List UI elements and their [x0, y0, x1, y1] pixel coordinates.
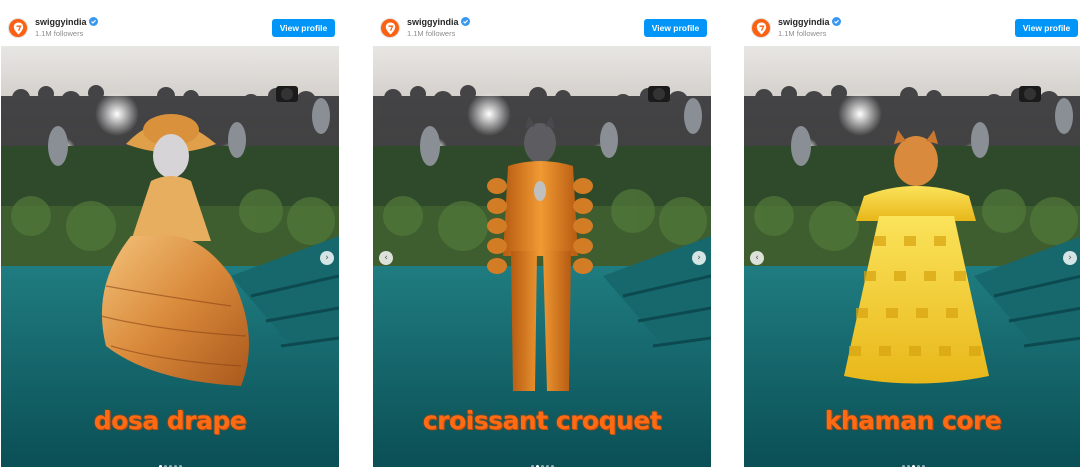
- post-card-3: swiggyindia 1.1M followers View profile: [744, 0, 1080, 467]
- chevron-left-icon: ‹: [384, 253, 388, 263]
- username[interactable]: swiggyindia: [778, 17, 841, 28]
- chevron-left-icon: ‹: [755, 253, 759, 263]
- swiggy-logo-icon[interactable]: [8, 18, 28, 38]
- username-text[interactable]: swiggyindia: [35, 17, 87, 27]
- carousel-indicator: [373, 458, 711, 467]
- verified-badge-icon: [460, 17, 470, 26]
- scene-illustration: [373, 46, 711, 467]
- carousel-indicator: [744, 458, 1080, 467]
- slide-caption: dosa drape: [93, 406, 247, 435]
- view-profile-button[interactable]: View profile: [1015, 19, 1078, 37]
- next-slide-button[interactable]: ›: [320, 251, 334, 265]
- post-card-2: swiggyindia 1.1M followers View profile: [373, 0, 711, 467]
- verified-badge-icon: [88, 17, 98, 26]
- carousel-indicator: [1, 458, 339, 467]
- post-header: swiggyindia 1.1M followers View profile: [373, 0, 711, 44]
- chevron-right-icon: ›: [325, 253, 329, 263]
- username[interactable]: swiggyindia: [35, 17, 98, 28]
- prev-slide-button[interactable]: ‹: [379, 251, 393, 265]
- swiggy-logo-icon[interactable]: [380, 18, 400, 38]
- scene-illustration: [1, 46, 339, 467]
- next-slide-button[interactable]: ›: [1063, 251, 1077, 265]
- chevron-right-icon: ›: [697, 253, 701, 263]
- next-slide-button[interactable]: ›: [692, 251, 706, 265]
- username-text[interactable]: swiggyindia: [778, 17, 830, 27]
- verified-badge-icon: [831, 17, 841, 26]
- view-profile-button[interactable]: View profile: [644, 19, 707, 37]
- chevron-right-icon: ›: [1068, 253, 1072, 263]
- post-card-1: swiggyindia 1.1M followers View profile: [1, 0, 339, 467]
- post-header: swiggyindia 1.1M followers View profile: [1, 0, 339, 44]
- swiggy-logo-icon[interactable]: [751, 18, 771, 38]
- prev-slide-button[interactable]: ‹: [750, 251, 764, 265]
- follower-count: 1.1M followers: [778, 29, 827, 38]
- follower-count: 1.1M followers: [407, 29, 456, 38]
- username-text[interactable]: swiggyindia: [407, 17, 459, 27]
- username[interactable]: swiggyindia: [407, 17, 470, 28]
- slide-caption: croissant croquet: [422, 406, 662, 435]
- post-image[interactable]: ‹ › khaman core: [744, 46, 1080, 467]
- slide-caption: khaman core: [824, 406, 1002, 435]
- follower-count: 1.1M followers: [35, 29, 84, 38]
- post-image[interactable]: ‹ › croissant croquet: [373, 46, 711, 467]
- view-profile-button[interactable]: View profile: [272, 19, 335, 37]
- scene-illustration: [744, 46, 1080, 467]
- post-header: swiggyindia 1.1M followers View profile: [744, 0, 1080, 44]
- post-image[interactable]: › dosa drape: [1, 46, 339, 467]
